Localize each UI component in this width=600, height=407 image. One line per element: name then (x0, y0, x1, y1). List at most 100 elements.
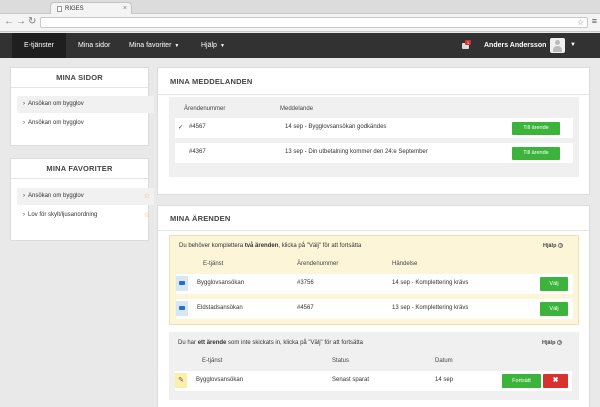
back-arrow-icon[interactable]: ← (4, 17, 14, 27)
nav-mina-favoriter[interactable]: Mina favoriter ▼ (117, 33, 191, 58)
sidebar-item-label: Ansökan om bygglov (28, 120, 84, 126)
fortsatt-button[interactable]: Fortsätt (502, 374, 541, 388)
table-row: ✎ Bygglovsansökan Senast sparat 14 sep F… (175, 371, 572, 391)
delete-button[interactable]: ✖ (543, 374, 568, 388)
column-header-date: Datum (435, 358, 453, 364)
notice-bold: ett ärende (197, 340, 227, 346)
favorite-item-skylt[interactable]: › Lov för skylt/ljusanordning ☆ (17, 207, 154, 224)
notice-bold: två ärenden (244, 243, 279, 249)
service-name: Eldstadsansökan (197, 305, 243, 311)
nav-hjalp[interactable]: Hjälp ▼ (189, 33, 237, 58)
status-text: Senast sparat (332, 377, 370, 383)
column-header-service: E-tjänst (203, 261, 224, 267)
notice-text: Du behöver komplettera (179, 243, 245, 249)
forward-arrow-icon[interactable]: → (16, 17, 26, 27)
draft-notice: Du har ett ärende som inte skickats in, … (178, 340, 363, 346)
valj-button[interactable]: Välj (540, 277, 568, 291)
nav-label: Mina sidor (78, 42, 111, 49)
draft-cases-box: Du har ett ärende som inte skickats in, … (169, 332, 579, 400)
chevron-right-icon: › (23, 120, 25, 126)
browser-tab[interactable]: RIGES × (50, 2, 132, 14)
cases-panel: MINA ÄRENDEN Du behöver komplettera två … (157, 205, 590, 407)
chevron-down-icon: ▼ (219, 43, 225, 49)
column-header-number: Ärendenummer (184, 106, 226, 112)
notifications-icon[interactable]: 1 (462, 40, 471, 49)
chevron-right-icon: › (23, 212, 25, 218)
notice-text: , klicka på "Välj" för att fortsätta (278, 243, 362, 249)
bookmark-star-icon[interactable]: ☆ (577, 18, 584, 27)
avatar[interactable] (550, 38, 565, 53)
reload-icon[interactable]: ↻ (28, 17, 36, 27)
column-header-status: Status (332, 358, 350, 364)
cases-title: MINA ÄRENDEN (170, 214, 231, 223)
favorite-item-bygglov[interactable]: › Ansökan om bygglov ☆ (17, 188, 154, 205)
sidebar-item-bygglov[interactable]: › Ansökan om bygglov (17, 96, 154, 113)
browser-menu-icon[interactable]: ≡ (592, 17, 597, 26)
service-name: Bygglovsansökan (197, 280, 245, 286)
case-number: #3756 (297, 280, 314, 286)
nav-e-tjanster[interactable]: E-tjänster (12, 33, 66, 58)
complete-cases-box: Du behöver komplettera två ärenden, klic… (169, 235, 579, 325)
column-header-event: Händelse (392, 261, 418, 267)
complete-notice: Du behöver komplettera två ärenden, klic… (179, 243, 361, 249)
close-tab-icon[interactable]: × (123, 5, 127, 12)
favorite-item-label: Lov för skylt/ljusanordning (28, 212, 98, 218)
chevron-right-icon: › (23, 101, 25, 107)
page-icon (57, 6, 62, 12)
app-header: E-tjänster Mina sidor Mina favoriter ▼ Hj… (0, 33, 600, 58)
mina-favoriter-panel: MINA FAVORITER › Ansökan om bygglov ☆ › Lo… (10, 158, 154, 241)
chat-bubble (179, 306, 185, 310)
address-bar[interactable]: ☆ (40, 17, 588, 28)
star-icon[interactable]: ☆ (144, 207, 150, 224)
check-icon: ✓ (178, 125, 184, 131)
case-number: #4367 (189, 149, 206, 155)
till-arende-button[interactable]: Till ärende (512, 147, 560, 160)
messages-table: Ärendenummer Meddelande ✓ #4567 14 sep -… (169, 97, 579, 177)
browser-toolbar: ← → ↻ ☆ ≡ (0, 14, 600, 32)
sidebar-item-label: Ansökan om bygglov (28, 101, 84, 107)
notice-text: Du har (178, 340, 198, 346)
help-label: Hjälp (543, 243, 557, 249)
question-icon: ? (558, 243, 564, 249)
case-number: #4567 (297, 305, 314, 311)
nav-mina-sidor[interactable]: Mina sidor (66, 33, 122, 58)
nav-label: Mina favoriter (129, 42, 172, 49)
chevron-down-icon: ▼ (174, 43, 180, 49)
chat-bubble (179, 281, 185, 285)
message-icon (176, 301, 188, 316)
avatar-head (555, 40, 560, 45)
table-row: Bygglovsansökan #3756 14 sep - Komplette… (176, 274, 573, 294)
message-text: 13 sep - Din utbetalning kommer den 24:e… (285, 149, 428, 155)
browser-tab-strip: RIGES × (0, 0, 600, 14)
help-link[interactable]: Hjälp? (542, 340, 563, 346)
avatar-body (553, 46, 562, 52)
divider (158, 94, 589, 95)
divider (158, 230, 589, 231)
mina-sidor-panel: MINA SIDOR › Ansökan om bygglov › Ansökan … (10, 67, 154, 146)
table-row: #4367 13 sep - Din utbetalning kommer de… (175, 143, 573, 163)
case-number: #4567 (189, 124, 206, 130)
messages-panel: MINA MEDDELANDEN Ärendenummer Meddelande… (157, 67, 590, 195)
nav-label: E-tjänster (24, 42, 54, 49)
url-input[interactable] (41, 18, 561, 27)
user-menu-chevron-icon[interactable]: ▼ (570, 33, 576, 58)
mina-sidor-title: MINA SIDOR (11, 68, 148, 88)
star-icon[interactable]: ☆ (144, 188, 150, 205)
question-icon: ? (557, 340, 563, 346)
column-header-number: Ärendenummer (297, 261, 339, 267)
date-text: 14 sep (435, 377, 454, 383)
user-name[interactable]: Anders Andersson (484, 33, 546, 58)
notification-badge: 1 (465, 40, 471, 45)
browser-tab-title: RIGES (65, 6, 84, 12)
till-arende-button[interactable]: Till ärende (512, 122, 560, 135)
column-header-message: Meddelande (280, 106, 314, 112)
help-label: Hjälp (542, 340, 556, 346)
help-link[interactable]: Hjälp? (543, 243, 564, 249)
valj-button[interactable]: Välj (540, 302, 568, 316)
message-icon (176, 276, 188, 291)
message-text: 14 sep - Bygglovsansökan godkändes (285, 124, 387, 130)
column-header-service: E-tjänst (202, 358, 223, 364)
favorite-item-label: Ansökan om bygglov (28, 193, 84, 199)
mina-favoriter-title: MINA FAVORITER (11, 159, 148, 179)
sidebar-item-bygglov-2[interactable]: › Ansökan om bygglov (17, 115, 154, 132)
